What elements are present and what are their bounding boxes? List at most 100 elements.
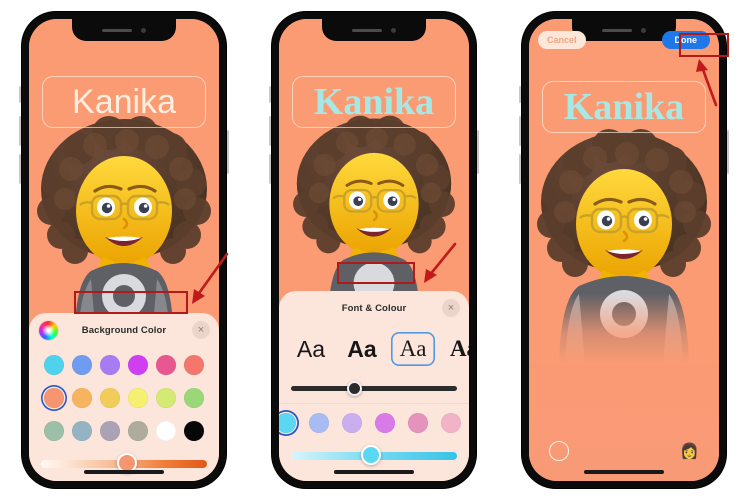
name-field-1[interactable]: Kanika xyxy=(42,76,206,128)
color-swatch-dot xyxy=(100,355,120,375)
font-colour-strip xyxy=(279,404,469,436)
color-swatch-dot xyxy=(72,421,92,441)
tint-slider-knob[interactable] xyxy=(360,445,381,465)
memoji-face-icon[interactable]: 👩 xyxy=(680,444,699,459)
color-swatch-0-3[interactable] xyxy=(125,352,151,378)
home-indicator[interactable] xyxy=(84,470,164,474)
color-swatch-2-0[interactable] xyxy=(41,418,67,444)
color-swatch-dot xyxy=(128,355,148,375)
color-swatch-0-1[interactable] xyxy=(69,352,95,378)
font-picker-row: AaAaAaAa xyxy=(279,325,469,369)
name-text-2: Kanika xyxy=(313,81,435,123)
memoji-avatar-3[interactable] xyxy=(531,124,717,364)
font-colour-option-2[interactable] xyxy=(339,410,365,436)
volume-down-button[interactable] xyxy=(19,154,21,184)
mute-switch[interactable] xyxy=(519,86,521,103)
notch xyxy=(72,19,176,41)
volume-down-button[interactable] xyxy=(269,154,271,184)
color-swatch-dot xyxy=(156,355,176,375)
color-swatch-dot xyxy=(184,388,204,408)
color-swatch-dot xyxy=(100,421,120,441)
sheet-header-1: Background Color × xyxy=(29,313,219,347)
color-swatch-0-0[interactable] xyxy=(41,352,67,378)
power-button[interactable] xyxy=(477,130,479,174)
color-swatch-dot xyxy=(156,421,176,441)
font-colour-option-0[interactable] xyxy=(279,410,299,436)
color-swatch-dot xyxy=(128,388,148,408)
camera-shutter-icon[interactable] xyxy=(549,441,569,461)
color-swatch-2-1[interactable] xyxy=(69,418,95,444)
color-swatch-0-2[interactable] xyxy=(97,352,123,378)
color-swatch-2-2[interactable] xyxy=(97,418,123,444)
font-colour-option-1[interactable] xyxy=(306,410,332,436)
color-swatch-dot xyxy=(72,388,92,408)
color-swatch-2-3[interactable] xyxy=(125,418,151,444)
color-swatch-2-4[interactable] xyxy=(153,418,179,444)
editor-top-bar: Cancel Done xyxy=(529,27,719,53)
volume-up-button[interactable] xyxy=(19,116,21,146)
color-swatch-1-4[interactable] xyxy=(153,385,179,411)
font-weight-slider[interactable] xyxy=(291,379,457,399)
color-swatch-dot xyxy=(72,355,92,375)
phone-1-screen: Kanika Background Color × xyxy=(29,19,219,481)
volume-down-button[interactable] xyxy=(519,154,521,184)
phone-1: Kanika Background Color × xyxy=(19,12,229,488)
color-swatch-dot xyxy=(156,388,176,408)
name-field-2[interactable]: Kanika xyxy=(292,76,456,128)
color-swatch-dot xyxy=(128,421,148,441)
color-swatch-0-4[interactable] xyxy=(153,352,179,378)
font-colour-dot xyxy=(375,413,395,433)
font-option-0[interactable]: Aa xyxy=(289,332,333,366)
color-swatch-dot xyxy=(184,355,204,375)
name-text-1: Kanika xyxy=(72,83,176,121)
font-option-1[interactable]: Aa xyxy=(340,332,384,366)
font-colour-dot xyxy=(408,413,428,433)
phone-2: Kanika Font & Colour × Aa Aa Aa A xyxy=(269,12,479,488)
color-swatch-1-0[interactable] xyxy=(41,385,67,411)
color-swatch-1-5[interactable] xyxy=(181,385,207,411)
home-indicator[interactable] xyxy=(584,470,664,474)
memoji-avatar-2[interactable] xyxy=(281,111,467,311)
phone-3: Cancel Done Kanika 👩 xyxy=(519,12,729,488)
close-icon[interactable]: × xyxy=(442,299,460,317)
tint-slider[interactable] xyxy=(291,445,457,466)
font-colour-option-3[interactable] xyxy=(372,410,398,436)
notch xyxy=(322,19,426,41)
memoji-avatar-1[interactable] xyxy=(31,111,217,326)
color-swatch-dot xyxy=(44,388,64,408)
editor-bottom-bar: 👩 xyxy=(529,441,719,461)
color-swatch-1-1[interactable] xyxy=(69,385,95,411)
color-swatch-grid xyxy=(40,352,208,444)
color-swatch-dot xyxy=(100,388,120,408)
font-weight-slider-track xyxy=(291,386,457,391)
home-indicator[interactable] xyxy=(334,470,414,474)
color-wheel-icon[interactable] xyxy=(39,321,58,340)
color-swatch-2-5[interactable] xyxy=(181,418,207,444)
font-colour-option-4[interactable] xyxy=(405,410,431,436)
done-button[interactable]: Done xyxy=(661,31,710,49)
sheet-title-1: Background Color xyxy=(81,324,167,336)
phone-3-screen: Cancel Done Kanika 👩 xyxy=(529,19,719,481)
color-swatch-1-2[interactable] xyxy=(97,385,123,411)
volume-up-button[interactable] xyxy=(269,116,271,146)
volume-up-button[interactable] xyxy=(519,116,521,146)
power-button[interactable] xyxy=(727,130,729,174)
font-colour-dot xyxy=(279,413,296,433)
front-camera-icon xyxy=(391,27,396,33)
color-swatch-dot xyxy=(44,355,64,375)
font-weight-slider-knob[interactable] xyxy=(347,381,363,396)
mute-switch[interactable] xyxy=(269,86,271,103)
name-field-3[interactable]: Kanika xyxy=(542,81,706,133)
mute-switch[interactable] xyxy=(19,86,21,103)
font-option-3[interactable]: Aa xyxy=(442,332,469,366)
sheet-title-2: Font & Colour xyxy=(341,302,407,314)
font-colour-option-5[interactable] xyxy=(438,410,464,436)
color-swatch-0-5[interactable] xyxy=(181,352,207,378)
font-colour-dot xyxy=(441,413,461,433)
font-colour-sheet: Font & Colour × AaAaAaAa xyxy=(279,291,469,481)
power-button[interactable] xyxy=(227,130,229,174)
font-option-2[interactable]: Aa xyxy=(391,332,435,366)
cancel-button[interactable]: Cancel xyxy=(538,31,586,49)
color-swatch-1-3[interactable] xyxy=(125,385,151,411)
close-icon[interactable]: × xyxy=(192,321,210,339)
